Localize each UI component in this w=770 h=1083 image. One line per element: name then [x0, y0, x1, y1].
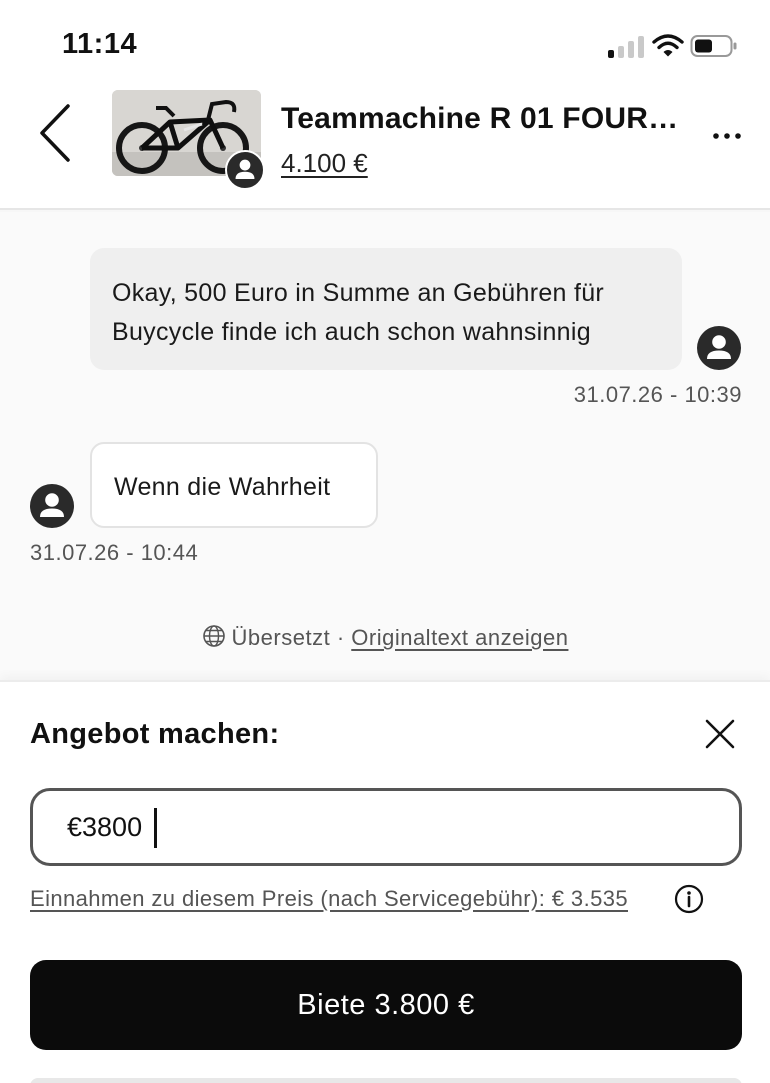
offer-sheet: Angebot machen: Einnahmen zu diesem Prei… — [0, 680, 770, 1083]
translation-status: Übersetzt — [231, 625, 331, 650]
incoming-message-bubble: Wenn die Wahrheit — [90, 442, 378, 528]
product-price-link[interactable]: 4.100 € — [281, 148, 368, 179]
sheet-title: Angebot machen: — [30, 718, 280, 750]
text-cursor — [154, 808, 157, 848]
chat-header: Teammachine R 01 FOUR ... 4.100 € — [0, 88, 770, 210]
info-icon[interactable] — [674, 884, 704, 914]
separator: · — [336, 625, 345, 650]
sheet-bottom-edge — [30, 1078, 742, 1083]
seller-avatar-icon — [225, 150, 265, 190]
show-original-link[interactable]: Originaltext anzeigen — [351, 625, 568, 650]
close-icon[interactable] — [704, 718, 736, 750]
globe-icon — [202, 625, 225, 647]
message-timestamp: 31.07.26 - 10:44 — [30, 540, 199, 565]
message-text-line: Okay, 500 Euro in Summe an Gebühren für — [112, 279, 605, 307]
translation-notice: Übersetzt · Originaltext anzeigen — [0, 624, 770, 651]
message-timestamp: 31.07.26 - 10:39 — [573, 382, 742, 407]
status-bar: 11:14 — [0, 0, 770, 88]
ellipsis-icon — [713, 133, 741, 139]
battery-icon — [690, 35, 737, 57]
submit-offer-button[interactable]: Biete 3.800 € — [30, 960, 742, 1050]
more-options-button[interactable] — [712, 122, 742, 142]
product-title[interactable]: Teammachine R 01 FOUR ... — [281, 102, 681, 136]
offer-amount-input[interactable] — [30, 788, 742, 866]
chat-screen: 11:14 Teammachine R 01 FOUR ... 4.100 € … — [0, 0, 770, 1083]
chat-messages: Okay, 500 Euro in Summe an Gebühren für … — [0, 212, 770, 680]
status-time: 11:14 — [62, 28, 138, 60]
cellular-signal-icon — [608, 36, 646, 58]
back-button[interactable] — [36, 102, 76, 164]
outgoing-message-bubble: Okay, 500 Euro in Summe an Gebühren für … — [90, 248, 682, 370]
wifi-icon — [652, 34, 684, 57]
user-avatar-icon — [697, 326, 741, 370]
message-text-line: Buycycle finde ich auch schon wahnsinnig — [112, 318, 591, 346]
message-text: Wenn die Wahrheit — [114, 473, 331, 501]
earnings-info-link[interactable]: Einnahmen zu diesem Preis (nach Serviceg… — [30, 886, 628, 912]
user-avatar-icon — [30, 484, 74, 528]
